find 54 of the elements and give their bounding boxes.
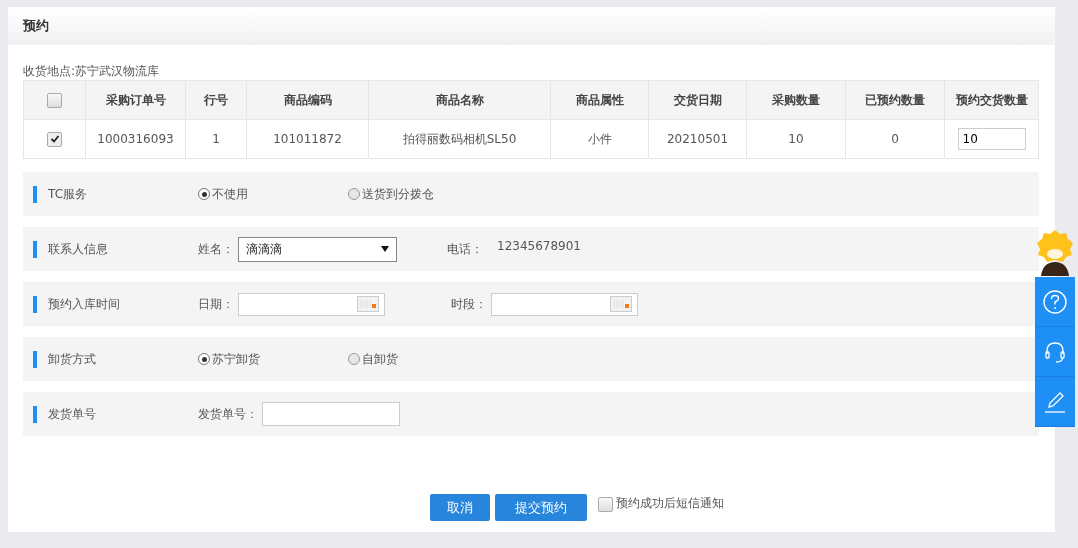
field-label: 日期： (198, 295, 234, 313)
column-header: 行号 (185, 80, 247, 120)
table-cell: 20210501 (648, 119, 747, 159)
table-cell: 拍得丽数码相机SL50 (368, 119, 551, 159)
section-label: 卸货方式 (48, 350, 97, 368)
column-header: 商品编码 (246, 80, 369, 120)
column-header: 商品名称 (368, 80, 551, 120)
check-icon (49, 134, 60, 144)
quantity-input[interactable]: 10 (957, 128, 1026, 150)
date-field[interactable] (238, 292, 385, 316)
radio-label: 自卸货 (362, 350, 398, 368)
column-header: 已预约数量 (845, 80, 945, 120)
radio-label: 送货到分拨仓 (362, 185, 434, 203)
table-cell: 0 (845, 119, 945, 159)
column-header: 采购数量 (746, 80, 846, 120)
table-cell: 1 (185, 119, 247, 159)
row-checkbox[interactable] (47, 131, 62, 147)
action-button[interactable]: 提交预约 (495, 494, 587, 521)
sms-label: 预约成功后短信通知 (616, 495, 724, 512)
radio-button[interactable] (348, 188, 360, 200)
shipment-number-input[interactable] (262, 402, 400, 426)
field-label: 时段： (451, 295, 487, 313)
sms-checkbox[interactable] (598, 497, 613, 512)
radio-label: 不使用 (212, 185, 248, 203)
caret-icon (381, 246, 389, 252)
section-label: 联系人信息 (48, 240, 109, 258)
section-label: 发货单号 (48, 405, 97, 423)
phone-value: 12345678901 (497, 239, 581, 253)
table-cell: 1000316093 (85, 119, 186, 159)
table-cell: 10 (746, 119, 846, 159)
column-header: 采购订单号 (85, 80, 186, 120)
column-header: 预约交货数量 (944, 80, 1039, 120)
calendar-icon (610, 296, 632, 312)
table-cell: 101011872 (246, 119, 369, 159)
date-field[interactable] (491, 292, 638, 316)
field-label: 姓名： (198, 240, 234, 258)
select-all-checkbox[interactable] (47, 92, 62, 108)
field-label: 发货单号： (198, 405, 258, 423)
name-select[interactable]: 滴滴滴 (238, 236, 397, 262)
radio-label: 苏宁卸货 (212, 350, 260, 368)
page-title: 预约 (23, 17, 49, 35)
calendar-icon (357, 296, 379, 312)
mascot-icon (1035, 227, 1075, 277)
field-label: 电话： (447, 240, 483, 258)
section-label: 预约入库时间 (48, 295, 121, 313)
radio-button[interactable] (348, 353, 360, 365)
column-header: 商品属性 (550, 80, 649, 120)
delivery-location: 收货地点:苏宁武汉物流库 (23, 63, 161, 80)
radio-button[interactable] (198, 188, 210, 200)
radio-button[interactable] (198, 353, 210, 365)
table-cell: 小件 (550, 119, 649, 159)
section-label: TC服务 (48, 185, 88, 203)
column-header: 交货日期 (648, 80, 747, 120)
action-button[interactable]: 取消 (430, 494, 490, 521)
